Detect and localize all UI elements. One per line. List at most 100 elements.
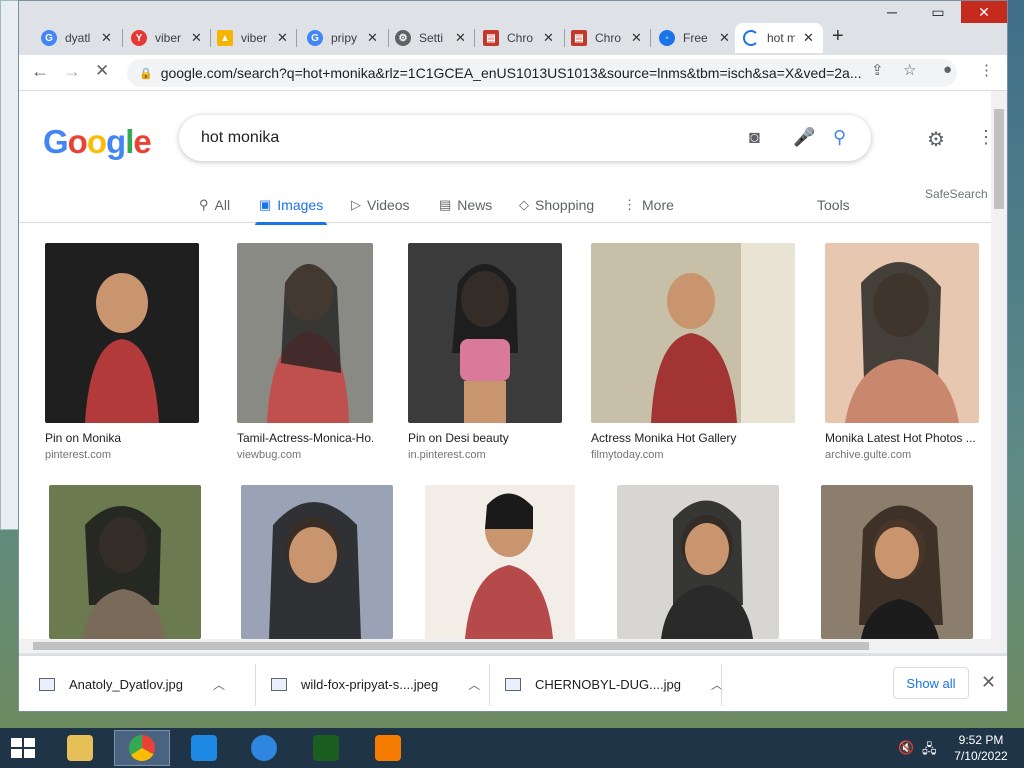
- tab-3[interactable]: ▲ viber ✕: [209, 23, 288, 53]
- new-tab-button[interactable]: +: [832, 25, 844, 48]
- tab-images[interactable]: ▣ Images: [254, 191, 328, 225]
- result-caption[interactable]: Monika Latest Hot Photos ...: [825, 431, 979, 445]
- image-result[interactable]: Pin on Desi beauty in.pinterest.com: [408, 243, 562, 463]
- system-clock[interactable]: 9:52 PM 7/10/2022: [946, 732, 1016, 764]
- window-close-button[interactable]: ✕: [961, 1, 1007, 23]
- close-icon[interactable]: ✕: [191, 30, 202, 46]
- image-icon: ▲: [217, 30, 233, 46]
- image-result[interactable]: Pin on Monika pinterest.com: [45, 243, 199, 463]
- microphone-icon[interactable]: 🎤: [793, 127, 815, 148]
- image-result[interactable]: [821, 485, 973, 639]
- media-player-icon[interactable]: [360, 730, 416, 766]
- volume-muted-icon[interactable]: 🔇: [898, 740, 914, 756]
- result-source[interactable]: pinterest.com: [45, 449, 111, 461]
- search-input[interactable]: hot monika ◙ 🎤 ⚲: [179, 115, 871, 161]
- close-icon[interactable]: ✕: [981, 672, 996, 693]
- result-caption[interactable]: Actress Monika Hot Gallery: [591, 431, 795, 445]
- document-icon: ▤: [483, 30, 499, 46]
- result-source[interactable]: in.pinterest.com: [408, 449, 486, 461]
- network-icon[interactable]: 🖧: [922, 740, 937, 762]
- result-caption[interactable]: Tamil-Actress-Monica-Ho...: [237, 431, 373, 445]
- stop-icon[interactable]: ✕: [95, 61, 109, 81]
- tab-4[interactable]: Gpripy ✕: [299, 23, 378, 53]
- image-result[interactable]: Tamil-Actress-Monica-Ho... viewbug.com: [237, 243, 373, 463]
- share-icon[interactable]: ⇪: [871, 61, 884, 79]
- scroll-thumb[interactable]: [994, 109, 1004, 209]
- chevron-up-icon[interactable]: ︿: [468, 676, 480, 693]
- result-thumbnail[interactable]: [821, 485, 973, 639]
- file-explorer-icon[interactable]: [52, 730, 108, 766]
- result-thumbnail[interactable]: [237, 243, 373, 423]
- result-thumbnail[interactable]: [825, 243, 979, 423]
- google-logo[interactable]: Google: [43, 123, 152, 161]
- tab-all[interactable]: ⚲ All: [199, 191, 230, 219]
- menu-icon[interactable]: ⋮: [979, 61, 994, 79]
- tab-shopping[interactable]: ◇ Shopping: [519, 191, 594, 219]
- close-icon[interactable]: ✕: [367, 30, 378, 46]
- scroll-thumb[interactable]: [33, 642, 869, 650]
- result-thumbnail[interactable]: [408, 243, 562, 423]
- tab-videos[interactable]: ▷ Videos: [351, 191, 410, 219]
- download-item[interactable]: CHERNOBYL-DUG....jpg ︿: [505, 672, 723, 696]
- download-item[interactable]: wild-fox-pripyat-s....jpeg ︿: [271, 672, 480, 696]
- result-thumbnail[interactable]: [591, 243, 795, 423]
- result-caption[interactable]: Pin on Monika: [45, 431, 199, 445]
- search-icon[interactable]: ⚲: [833, 127, 846, 148]
- horizontal-scrollbar[interactable]: [19, 639, 1007, 653]
- tab-2[interactable]: Yviber ✕: [123, 23, 202, 53]
- close-icon[interactable]: ✕: [277, 30, 288, 46]
- tab-active[interactable]: hot m ✕: [735, 23, 823, 53]
- result-source[interactable]: viewbug.com: [237, 449, 301, 461]
- minimize-button[interactable]: ─: [869, 1, 915, 23]
- image-result[interactable]: [617, 485, 779, 639]
- bookmark-star-icon[interactable]: ☆: [903, 61, 916, 79]
- weather-app-icon[interactable]: [176, 730, 232, 766]
- close-icon[interactable]: ✕: [101, 30, 112, 46]
- close-icon[interactable]: ✕: [543, 30, 554, 46]
- task-manager-icon[interactable]: [298, 730, 354, 766]
- image-result[interactable]: [49, 485, 201, 639]
- image-result[interactable]: [425, 485, 575, 639]
- apps-grid-icon[interactable]: ⋮⋮: [977, 127, 991, 148]
- profile-avatar-icon[interactable]: ●: [943, 61, 952, 78]
- tab-1[interactable]: Gdyatl ✕: [33, 23, 112, 53]
- result-source[interactable]: filmytoday.com: [591, 449, 664, 461]
- start-button[interactable]: [6, 734, 40, 762]
- close-icon[interactable]: ✕: [455, 30, 466, 46]
- chrome-taskbar-icon[interactable]: [114, 730, 170, 766]
- result-thumbnail[interactable]: [45, 243, 199, 423]
- close-icon[interactable]: ✕: [803, 30, 814, 46]
- tab-5[interactable]: ⚙ Setti ✕: [387, 23, 466, 53]
- result-thumbnail[interactable]: [49, 485, 201, 639]
- tab-7[interactable]: ▤ Chro ✕: [563, 23, 642, 53]
- image-result[interactable]: Actress Monika Hot Gallery filmytoday.co…: [591, 243, 795, 463]
- maximize-button[interactable]: ▭: [915, 1, 961, 23]
- tab-more[interactable]: ⋮ More: [623, 191, 674, 219]
- tab-8[interactable]: ◦ Free ✕: [651, 23, 730, 53]
- close-icon[interactable]: ✕: [719, 30, 730, 46]
- tools-button[interactable]: Tools: [817, 197, 850, 213]
- image-result[interactable]: [241, 485, 393, 639]
- show-all-button[interactable]: Show all: [893, 667, 969, 699]
- result-caption[interactable]: Pin on Desi beauty: [408, 431, 562, 445]
- chevron-up-icon[interactable]: ︿: [213, 676, 225, 693]
- close-icon[interactable]: ✕: [631, 30, 642, 46]
- safesearch-label[interactable]: SafeSearch: [925, 187, 988, 201]
- tab-news[interactable]: ▤ News: [439, 191, 492, 219]
- result-source[interactable]: archive.gulte.com: [825, 449, 911, 461]
- camera-icon[interactable]: ◙: [749, 127, 760, 148]
- result-thumbnail[interactable]: [617, 485, 779, 639]
- back-button[interactable]: ←: [31, 61, 49, 82]
- tab-6[interactable]: ▤ Chro ✕: [475, 23, 554, 53]
- result-thumbnail[interactable]: [241, 485, 393, 639]
- search-query-text: hot monika: [201, 129, 280, 146]
- settings-gear-icon[interactable]: ⚙: [927, 127, 945, 152]
- address-bar[interactable]: 🔒 google.com/search?q=hot+monika&rlz=1C1…: [127, 59, 957, 87]
- result-thumbnail[interactable]: [425, 485, 575, 639]
- download-item[interactable]: Anatoly_Dyatlov.jpg ︿: [39, 672, 225, 696]
- image-result[interactable]: Monika Latest Hot Photos ... archive.gul…: [825, 243, 979, 463]
- vertical-scrollbar[interactable]: [991, 91, 1007, 639]
- search-results-page: Google hot monika ◙ 🎤 ⚲ ⚙ ⋮⋮ ⚲All ▣Image…: [19, 91, 991, 639]
- internet-explorer-icon[interactable]: [236, 730, 292, 766]
- forward-button[interactable]: →: [63, 61, 81, 82]
